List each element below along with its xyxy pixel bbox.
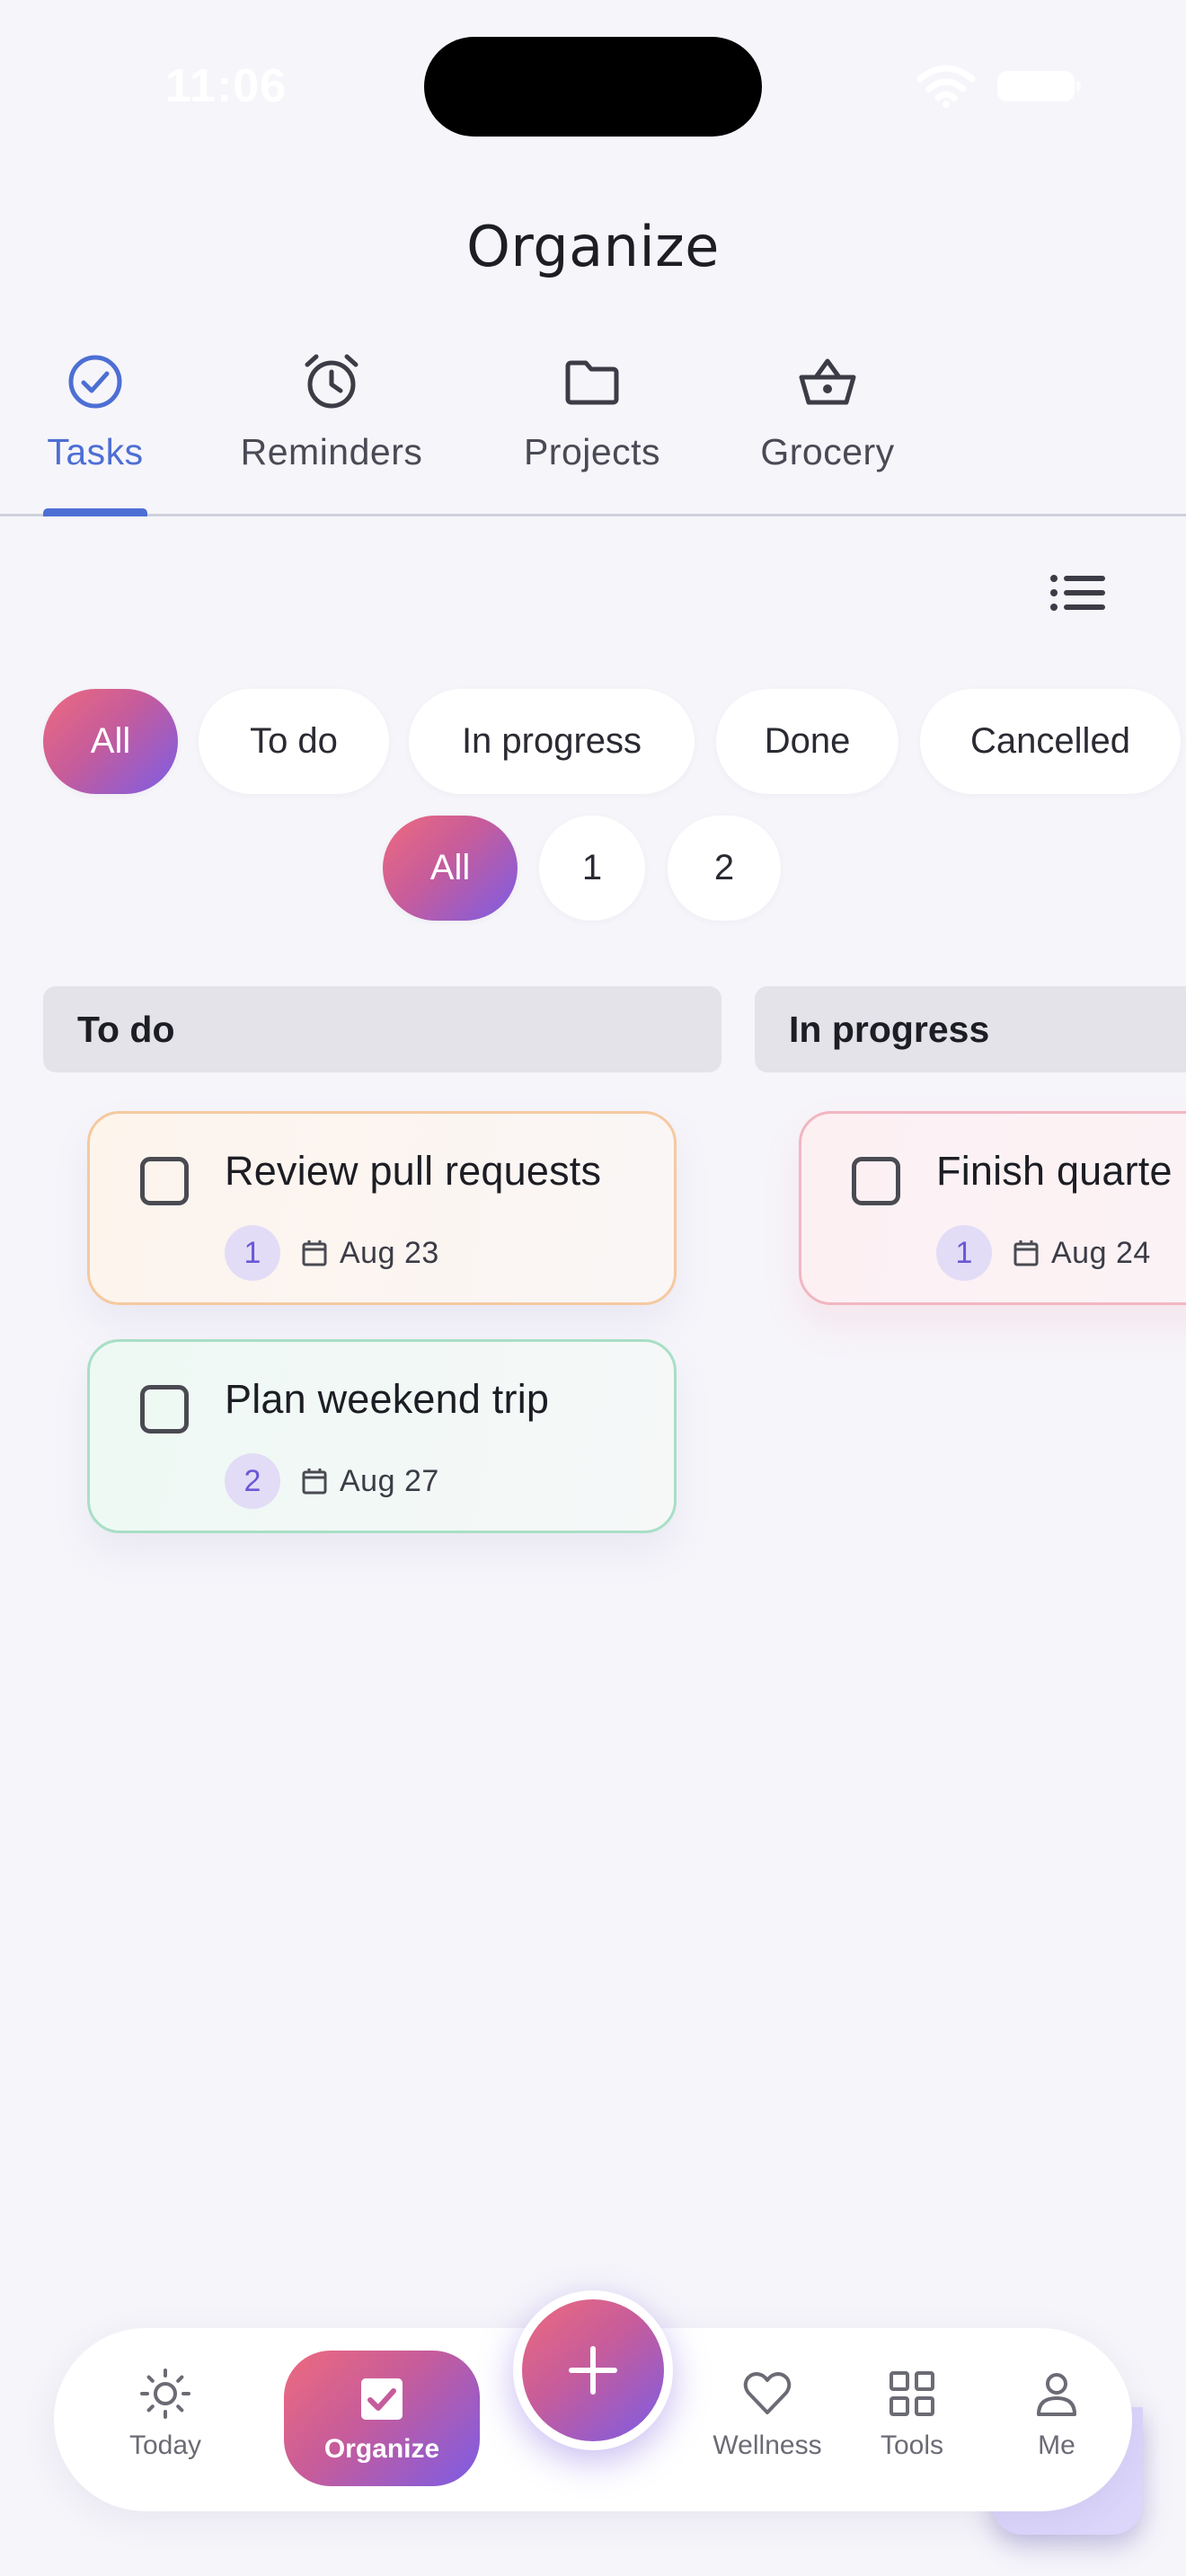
task-meta: 1 Aug 23 xyxy=(225,1225,439,1281)
nav-label: Tools xyxy=(880,2430,944,2460)
add-task-button[interactable] xyxy=(513,2290,673,2450)
nav-label: Me xyxy=(1038,2430,1075,2460)
alarm-clock-icon xyxy=(305,354,358,409)
task-checkbox[interactable] xyxy=(852,1157,900,1205)
nav-label: Organize xyxy=(323,2433,440,2464)
task-checkbox[interactable] xyxy=(140,1385,189,1434)
nav-wellness[interactable]: Wellness xyxy=(704,2368,830,2475)
priority-chip-1[interactable]: 1 xyxy=(539,816,645,921)
active-tab-indicator xyxy=(43,508,147,516)
page-title: Organize xyxy=(466,214,720,279)
tab-label: Projects xyxy=(523,431,661,472)
nav-tools[interactable]: Tools xyxy=(867,2368,957,2475)
check-circle-icon xyxy=(68,355,122,409)
task-title: Plan weekend trip xyxy=(225,1376,550,1422)
task-card[interactable]: Finish quarte 1 Aug 24 xyxy=(799,1111,1186,1305)
battery-icon xyxy=(997,71,1081,101)
top-tabs: Tasks Reminders Projects Grocery xyxy=(0,350,1186,516)
priority-badge: 1 xyxy=(936,1225,992,1281)
fab-inner xyxy=(522,2299,664,2441)
tab-reminders[interactable]: Reminders xyxy=(223,350,440,516)
task-title: Review pull requests xyxy=(225,1148,602,1194)
person-icon xyxy=(1037,2373,1076,2416)
sun-icon xyxy=(140,2369,190,2419)
task-meta: 2 Aug 27 xyxy=(225,1453,439,1509)
priority-chip-all[interactable]: All xyxy=(383,816,518,921)
organize-screen: 11:06 Organize Tasks Reminders Projects … xyxy=(0,0,1186,2576)
filter-chip-done[interactable]: Done xyxy=(716,689,898,794)
task-card[interactable]: Plan weekend trip 2 Aug 27 xyxy=(87,1339,677,1533)
tabs-divider xyxy=(0,514,1186,516)
task-meta: 1 Aug 24 xyxy=(936,1225,1151,1281)
nav-label: Wellness xyxy=(712,2430,822,2460)
checkbox-icon xyxy=(361,2378,403,2420)
calendar-icon xyxy=(302,1240,327,1266)
priority-badge: 2 xyxy=(225,1453,280,1509)
wifi-icon xyxy=(916,65,976,108)
priority-chip-2[interactable]: 2 xyxy=(668,816,781,921)
priority-badge: 1 xyxy=(225,1225,280,1281)
plus-icon xyxy=(569,2346,617,2395)
grid-icon xyxy=(890,2371,934,2416)
tab-projects[interactable]: Projects xyxy=(501,350,683,516)
tab-label: Grocery xyxy=(760,431,895,472)
nav-today[interactable]: Today xyxy=(111,2368,219,2475)
task-date: Aug 24 xyxy=(1051,1235,1151,1270)
column-header-todo: To do xyxy=(43,986,721,1072)
heart-icon xyxy=(743,2372,792,2414)
calendar-icon xyxy=(302,1469,327,1495)
filter-chip-todo[interactable]: To do xyxy=(199,689,389,794)
list-view-icon[interactable] xyxy=(1049,571,1107,614)
tab-label: Tasks xyxy=(47,431,144,472)
dynamic-island xyxy=(424,37,762,137)
filter-chip-all[interactable]: All xyxy=(43,689,178,794)
tab-grocery[interactable]: Grocery xyxy=(739,350,916,516)
task-title: Finish quarte xyxy=(936,1148,1173,1194)
filter-chip-cancelled[interactable]: Cancelled xyxy=(920,689,1181,794)
nav-label: Today xyxy=(128,2430,202,2460)
filter-chip-in-progress[interactable]: In progress xyxy=(409,689,695,794)
task-date: Aug 23 xyxy=(340,1235,439,1270)
tab-label: Reminders xyxy=(240,431,423,472)
task-checkbox[interactable] xyxy=(140,1157,189,1205)
status-time: 11:06 xyxy=(165,60,288,112)
folder-icon xyxy=(565,360,619,405)
column-header-in-progress: In progress xyxy=(755,986,1186,1072)
task-date: Aug 27 xyxy=(340,1463,439,1498)
nav-me[interactable]: Me xyxy=(1012,2368,1102,2475)
basket-icon xyxy=(799,358,856,405)
nav-organize[interactable]: Organize xyxy=(284,2351,480,2486)
tab-tasks[interactable]: Tasks xyxy=(27,350,164,516)
calendar-icon xyxy=(1013,1240,1039,1266)
task-card[interactable]: Review pull requests 1 Aug 23 xyxy=(87,1111,677,1305)
